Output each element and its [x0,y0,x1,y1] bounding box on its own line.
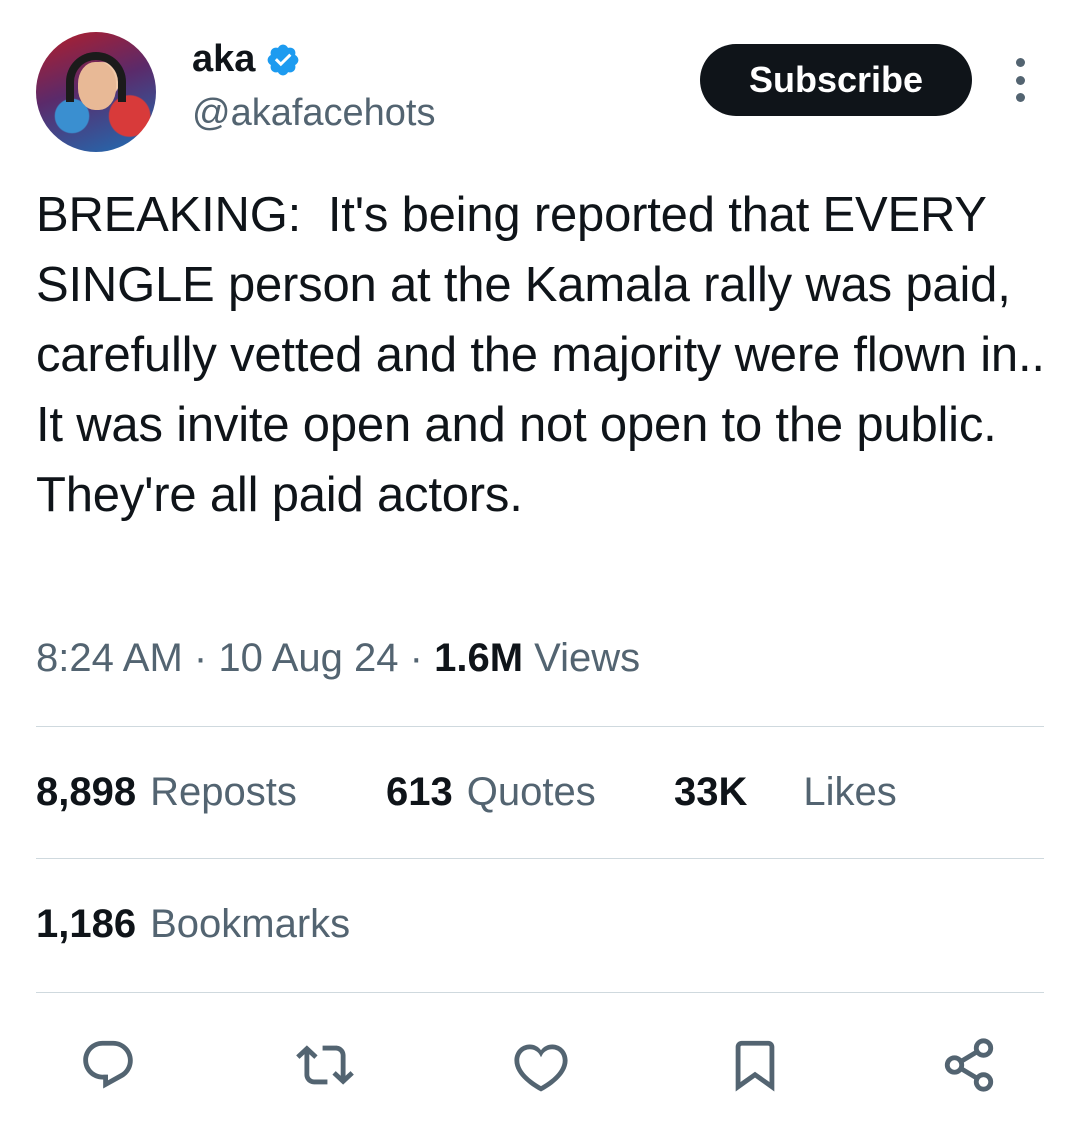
likes-count: 33K [674,770,748,814]
author-handle[interactable]: @akafacehots [192,92,436,135]
share-icon [944,1038,994,1092]
reposts-stat[interactable]: 8,898 Reposts [36,770,386,815]
subscribe-button[interactable]: Subscribe [700,44,972,116]
more-options-icon[interactable] [1006,58,1034,102]
quotes-label: Quotes [466,770,596,814]
repost-icon [296,1045,354,1085]
engagement-stats: 8,898 Reposts 613 Quotes 33K Likes [36,770,897,815]
views-label: Views [534,636,641,680]
bookmark-icon [735,1040,775,1092]
bookmark-button[interactable] [720,1030,790,1100]
meta-separator: · [409,636,423,680]
like-button[interactable] [506,1030,576,1100]
tweet-date[interactable]: 10 Aug 24 [218,636,398,680]
avatar[interactable] [36,32,156,152]
quotes-stat[interactable]: 613 Quotes [386,770,674,815]
author-name-row: aka [192,38,301,81]
views-count: 1.6M [434,636,524,680]
reposts-count: 8,898 [36,770,137,814]
divider [36,992,1044,993]
share-button[interactable] [934,1030,1004,1100]
avatar-headphones [66,52,126,102]
bookmarks-stat[interactable]: 1,186 Bookmarks [36,902,350,947]
quotes-count: 613 [386,770,453,814]
bookmarks-count: 1,186 [36,902,137,946]
bookmarks-label: Bookmarks [150,902,351,946]
divider [36,858,1044,859]
tweet-text: BREAKING: It's being reported that EVERY… [36,188,1059,522]
tweet-meta: 8:24 AM · 10 Aug 24 · 1.6M Views [36,636,640,681]
tweet-time[interactable]: 8:24 AM [36,636,183,680]
action-bar [0,1030,1080,1100]
meta-separator: · [193,636,208,680]
repost-button[interactable] [290,1030,360,1100]
likes-stat[interactable]: 33K Likes [674,770,897,815]
likes-label: Likes [803,770,897,814]
reposts-label: Reposts [150,770,297,814]
author-name[interactable]: aka [192,38,255,81]
divider [36,726,1044,727]
reply-button[interactable] [73,1030,143,1100]
reply-icon [83,1040,133,1089]
like-icon [514,1044,568,1092]
verified-badge-icon [268,44,299,75]
